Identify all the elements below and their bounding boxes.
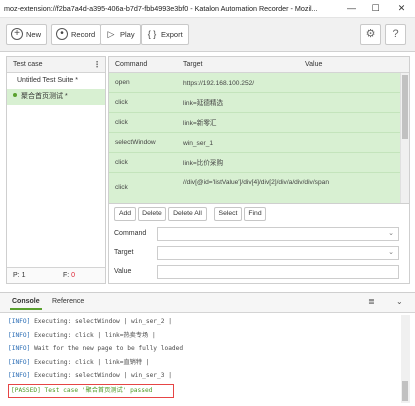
table-row[interactable]: click link=延德精选 (109, 93, 402, 113)
close-button[interactable]: ✕ (390, 0, 413, 18)
play-label: Play (120, 30, 135, 39)
passed-count: P: 1 (13, 272, 26, 279)
plus-icon: + (11, 28, 23, 40)
row-target: link=新零汇 (183, 120, 217, 127)
row-command: selectWindow (115, 139, 156, 146)
log-line: [INFO] Executing: selectWindow | win_ser… (8, 372, 172, 380)
tab-reference[interactable]: Reference (52, 298, 84, 305)
command-editor: Add Delete Delete All Select Find Comman… (108, 204, 410, 284)
row-target: https://192.168.100.252/ (183, 80, 255, 87)
toolbar: + New • Record ▷ Play { } Export ⚙ ? (0, 18, 415, 52)
clear-log-icon[interactable]: ≣ (368, 297, 375, 306)
test-suite-item[interactable]: Untitled Test Suite * (7, 73, 105, 89)
chevron-down-icon[interactable]: ⌄ (388, 248, 394, 256)
window-titlebar: moz-extension://f2ba7a4d-a395-406a-b7d7-… (0, 0, 415, 18)
value-label: Value (114, 268, 132, 275)
failed-count: F: 0 (63, 272, 76, 279)
record-button[interactable]: • Record (51, 24, 102, 45)
help-icon: ? (392, 28, 399, 40)
command-label: Command (114, 230, 147, 237)
gear-icon: ⚙ (365, 28, 376, 40)
table-row[interactable]: selectWindow win_ser_1 (109, 133, 402, 153)
table-scrollbar[interactable] (400, 73, 409, 203)
console-scrollbar[interactable] (401, 315, 410, 403)
new-button[interactable]: + New (6, 24, 48, 45)
table-row[interactable]: open https://192.168.100.252/ (109, 73, 402, 93)
console-panel: Console Reference ≣ ⌄ [INFO] Executing: … (0, 292, 415, 406)
passed-dot-icon (13, 93, 17, 97)
testcase-panel: Test case ⋮ Untitled Test Suite * 聚合首页测试… (6, 56, 106, 284)
command-input[interactable]: ⌄ (157, 227, 399, 241)
command-table: Command Target Value open https://192.16… (108, 56, 410, 204)
delete-all-button[interactable]: Delete All (168, 207, 207, 221)
export-label: Export (161, 30, 183, 39)
value-row: Value (109, 264, 409, 281)
target-label: Target (114, 249, 134, 256)
window-title: moz-extension://f2ba7a4d-a395-406a-b7d7-… (4, 4, 318, 13)
record-label: Record (71, 30, 96, 39)
command-row: Command ⌄ (109, 226, 409, 243)
help-button[interactable]: ? (385, 24, 406, 45)
delete-button[interactable]: Delete (138, 207, 166, 221)
row-target: //div[@id='listValue']/div[4]/div[2]/div… (183, 179, 329, 186)
target-input[interactable]: ⌄ (157, 246, 399, 260)
row-command: click (115, 119, 128, 126)
more-vert-icon[interactable]: ⋮ (93, 57, 101, 72)
record-icon: • (56, 28, 68, 40)
log-line: [INFO] Executing: click | link=热卖专场 | (8, 331, 156, 339)
row-target: win_ser_1 (183, 140, 214, 147)
select-button[interactable]: Select (214, 207, 242, 221)
new-label: New (26, 30, 42, 39)
chevron-down-icon[interactable]: ⌄ (396, 297, 403, 306)
log-line: [INFO] Executing: selectWindow | win_ser… (8, 318, 172, 325)
add-button[interactable]: Add (114, 207, 136, 221)
value-input[interactable] (157, 265, 399, 279)
console-log: [INFO] Executing: selectWindow | win_ser… (8, 315, 400, 398)
console-tabs: Console Reference ≣ ⌄ (0, 293, 415, 313)
run-summary: P: 1 F: 0 (7, 267, 105, 283)
testcase-panel-header: Test case ⋮ (7, 57, 105, 73)
braces-icon: { } (147, 29, 157, 39)
settings-button[interactable]: ⚙ (360, 24, 381, 45)
scrollbar-thumb[interactable] (402, 75, 408, 139)
find-button[interactable]: Find (244, 207, 266, 221)
column-target: Target (183, 61, 203, 68)
log-line: [INFO] Wait for the new page to be fully… (8, 345, 184, 353)
row-command: click (115, 184, 128, 191)
table-row[interactable]: click link=比价采购 (109, 153, 402, 173)
scrollbar-thumb[interactable] (402, 381, 408, 401)
command-table-header: Command Target Value (109, 57, 409, 73)
test-case-item[interactable]: 聚合首页测试 * (7, 89, 105, 105)
log-line: [INFO] Executing: click | link=直销特 | (8, 358, 150, 366)
row-command: open (115, 79, 130, 86)
play-button[interactable]: ▷ Play (100, 24, 141, 45)
column-command: Command (115, 61, 148, 68)
test-case-label: 聚合首页测试 * (21, 93, 68, 100)
row-target: link=延德精选 (183, 100, 224, 107)
column-value: Value (305, 61, 323, 68)
command-table-body: open https://192.168.100.252/ click link… (109, 73, 402, 203)
testcase-header-label: Test case (13, 61, 43, 68)
maximize-button[interactable]: ☐ (364, 0, 387, 18)
row-command: click (115, 159, 128, 166)
target-row: Target ⌄ (109, 245, 409, 262)
table-row[interactable]: click link=新零汇 (109, 113, 402, 133)
export-button[interactable]: { } Export (141, 24, 189, 45)
play-icon: ▷ (107, 29, 115, 39)
tab-console[interactable]: Console (10, 298, 42, 310)
chevron-down-icon[interactable]: ⌄ (388, 229, 394, 237)
log-passed-line: [PASSED] Test case '聚合首页测试' passed (8, 383, 174, 398)
row-command: click (115, 99, 128, 106)
minimize-button[interactable]: — (340, 0, 363, 18)
table-row[interactable]: click //div[@id='listValue']/div[4]/div[… (109, 173, 402, 203)
row-target: link=比价采购 (183, 160, 224, 167)
